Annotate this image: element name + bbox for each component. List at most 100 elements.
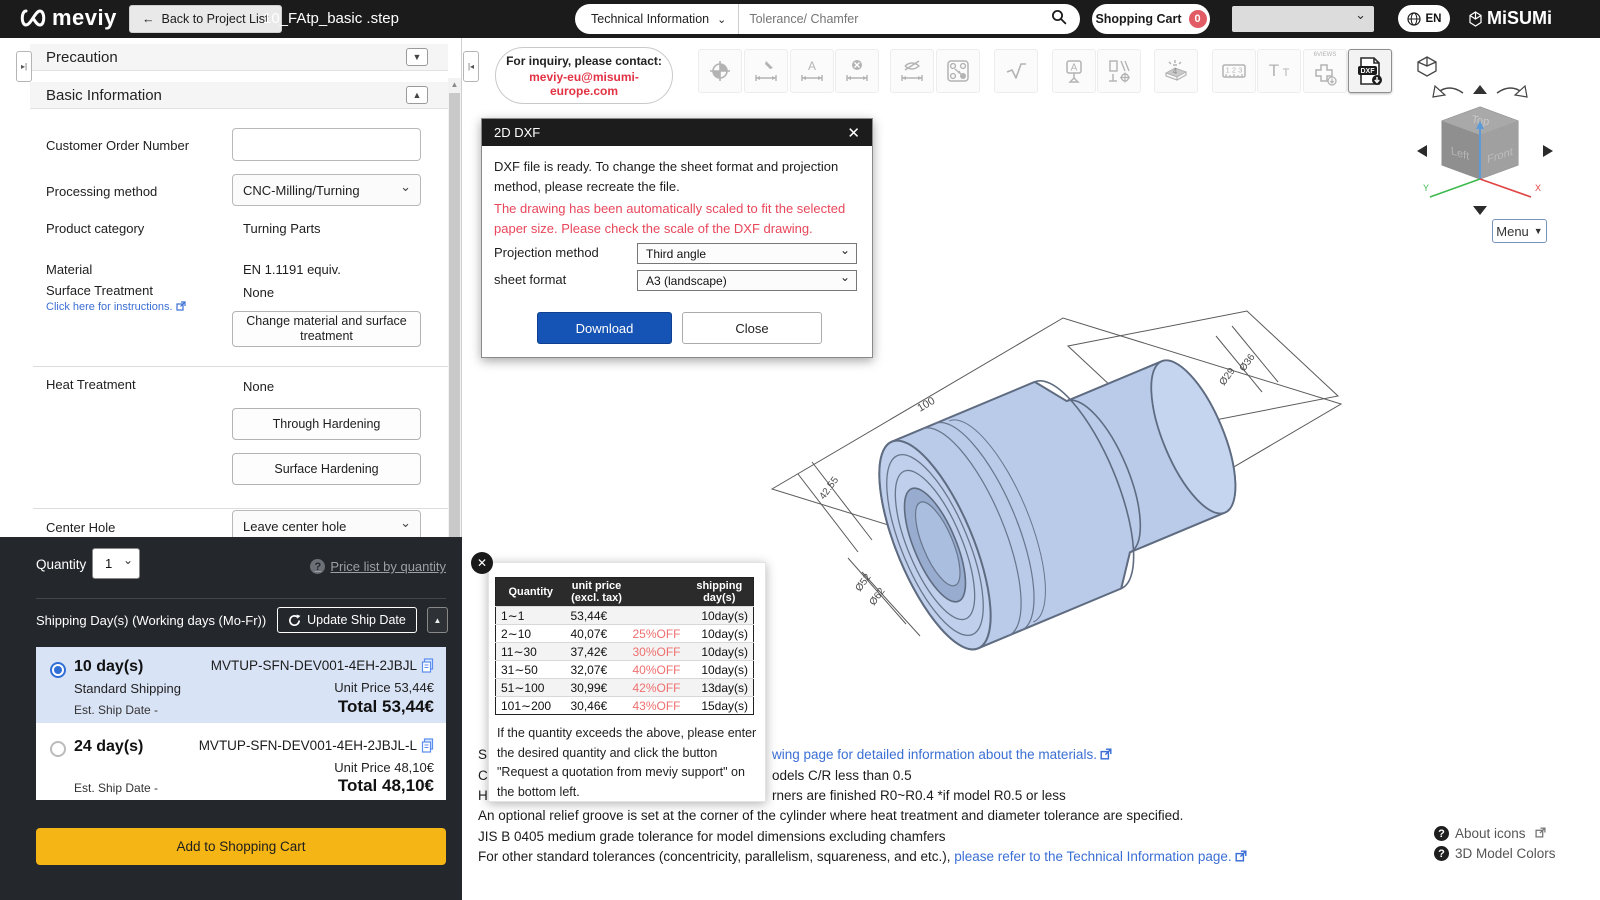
- shopping-cart-button[interactable]: Shopping Cart 0: [1092, 4, 1210, 34]
- surface-treatment-value: None: [243, 285, 274, 300]
- rotate-right-arrow[interactable]: [1497, 86, 1527, 97]
- dxf-download-icon-button[interactable]: DXF: [1348, 49, 1392, 93]
- search-input[interactable]: [739, 12, 1051, 26]
- price-table: Quantity unit price (excl. tax) shipping…: [495, 577, 754, 715]
- scrollbar-thumb[interactable]: [449, 93, 460, 555]
- measure-icon-button[interactable]: 1 2 3: [1212, 49, 1256, 93]
- copy-document-icon[interactable]: [421, 658, 434, 673]
- question-icon: ?: [1434, 826, 1449, 841]
- language-button[interactable]: EN: [1398, 5, 1450, 32]
- pan-right-arrow[interactable]: [1543, 145, 1553, 157]
- search-icon[interactable]: [1051, 9, 1080, 30]
- materials-info-link[interactable]: wing page for detailed information about…: [772, 747, 1112, 763]
- processing-method-select[interactable]: CNC-Milling/Turning: [232, 174, 421, 206]
- back-to-project-list-button[interactable]: ← Back to Project List: [129, 5, 282, 33]
- external-link-icon: [1535, 826, 1546, 841]
- back-arrow-icon: ←: [142, 12, 155, 26]
- technical-information-link[interactable]: please refer to the Technical Informatio…: [954, 849, 1231, 864]
- through-hardening-button[interactable]: Through Hardening: [232, 408, 421, 440]
- y-axis: [1430, 179, 1480, 197]
- table-row: 101∼20030,46€43%OFF15day(s): [496, 697, 754, 715]
- dim-dia-right-1: Ø36: [1238, 352, 1258, 374]
- precaution-expand-button[interactable]: ▼: [406, 48, 428, 66]
- dxf-dialog-titlebar: 2D DXF ✕: [482, 119, 872, 146]
- chevron-down-icon: ▼: [1534, 226, 1543, 236]
- x-axis: [1480, 179, 1531, 197]
- file-title: 10_FAtp_basic .step: [263, 10, 399, 27]
- meviy-logo[interactable]: meviy: [18, 5, 117, 31]
- hole-group-icon-button[interactable]: [936, 49, 980, 93]
- datum-target-icon-button[interactable]: [698, 49, 742, 93]
- cube-mode-icon[interactable]: [1418, 57, 1436, 76]
- copy-document-icon[interactable]: [421, 738, 434, 753]
- datum-flag-icon-button[interactable]: A: [1052, 49, 1096, 93]
- update-ship-date-button[interactable]: Update Ship Date: [277, 607, 417, 633]
- inquiry-bubble: For inquiry, please contact: meviy-eu@mi…: [495, 47, 673, 104]
- text-dimension-icon-button[interactable]: A: [790, 49, 834, 93]
- instructions-link[interactable]: Click here for instructions.: [46, 301, 186, 314]
- view-cube[interactable]: Top Left Front Y X: [1405, 55, 1565, 220]
- surface-finish-icon-button[interactable]: 4: [1154, 49, 1198, 93]
- note-line-2: odels C/R less than 0.5: [772, 768, 912, 783]
- section-basic-information[interactable]: Basic Information ▲: [30, 82, 448, 109]
- basic-info-collapse-button[interactable]: ▲: [406, 86, 428, 104]
- rotate-up-arrow[interactable]: [1473, 85, 1487, 94]
- top-bar: meviy ← Back to Project List 10_FAtp_bas…: [0, 0, 1600, 38]
- download-button[interactable]: Download: [537, 312, 672, 344]
- product-category-value: Turning Parts: [243, 221, 321, 236]
- about-icons-link[interactable]: ? About icons: [1434, 826, 1556, 841]
- contact-email-link[interactable]: meviy-eu@misumi-europe.com: [496, 70, 672, 98]
- rotate-left-arrow[interactable]: [1433, 86, 1463, 97]
- projection-method-select[interactable]: Third angle: [637, 243, 857, 264]
- hide-dimension-icon-button[interactable]: [890, 49, 934, 93]
- viewcube-menu-button[interactable]: Menu ▼: [1492, 219, 1547, 243]
- heat-treatment-value: None: [243, 379, 274, 394]
- dxf-dialog: 2D DXF ✕ DXF file is ready. To change th…: [481, 118, 873, 358]
- six-views-icon-button[interactable]: 6VIEWS: [1303, 49, 1347, 93]
- svg-text:1 2 3: 1 2 3: [1226, 66, 1243, 75]
- radio-selected[interactable]: [50, 662, 66, 678]
- search-scope-dropdown[interactable]: Technical Information ⌄: [575, 4, 739, 34]
- delete-dimension-icon-button[interactable]: [835, 49, 879, 93]
- customer-order-number-label: Customer Order Number: [46, 138, 189, 153]
- sheet-format-select[interactable]: A3 (landscape): [637, 270, 857, 291]
- radio-unselected[interactable]: [50, 741, 66, 757]
- surface-hardening-button[interactable]: Surface Hardening: [232, 453, 421, 485]
- model-colors-link[interactable]: ? 3D Model Colors: [1434, 846, 1556, 861]
- svg-text:Y: Y: [1423, 183, 1429, 193]
- empty-dropdown[interactable]: [1232, 6, 1374, 32]
- globe-icon: [1407, 12, 1421, 26]
- shipping-option-10-days[interactable]: 10 day(s) Standard Shipping Est. Ship Da…: [36, 647, 446, 723]
- change-material-button[interactable]: Change material and surface treatment: [232, 311, 421, 347]
- shipping-option-24-days[interactable]: 24 day(s) Est. Ship Date - MVTUP-SFN-DEV…: [36, 723, 446, 800]
- dialog-close-icon[interactable]: ✕: [847, 124, 860, 142]
- shipping-days-label: Shipping Day(s) (Working days (Mo-Fr)): [36, 613, 266, 628]
- chevron-down-icon: ⌄: [717, 13, 726, 26]
- price-list-link[interactable]: ?Price list by quantity: [310, 559, 446, 574]
- popup-close-icon[interactable]: ✕: [471, 552, 493, 574]
- pan-left-arrow[interactable]: [1417, 145, 1427, 157]
- scroll-up-arrow[interactable]: ▲: [448, 78, 461, 92]
- dim-overall: 100: [915, 395, 937, 415]
- sidebar-scrollbar[interactable]: ▲ ▼: [448, 78, 461, 570]
- sidebar-collapse-handle[interactable]: ▸|: [16, 51, 32, 82]
- popup-note: If the quantity exceeds the above, pleas…: [497, 724, 759, 802]
- svg-text:T: T: [1283, 67, 1290, 79]
- surface-treatment-label: Surface Treatment: [46, 283, 153, 298]
- quantity-select[interactable]: 1: [92, 548, 140, 579]
- main-collapse-handle[interactable]: |◂: [463, 51, 479, 82]
- customer-order-number-input[interactable]: [232, 128, 421, 161]
- panel-collapse-button[interactable]: ▲: [427, 607, 448, 633]
- section-precaution[interactable]: Precaution ▼: [30, 44, 448, 71]
- note-line-1-prefix: S: [478, 747, 487, 762]
- svg-text:X: X: [1535, 183, 1541, 193]
- text-icon-button[interactable]: TT: [1257, 49, 1301, 93]
- add-to-shopping-cart-button[interactable]: Add to Shopping Cart: [36, 828, 446, 865]
- note-line-2-prefix: C: [478, 768, 488, 783]
- surface-roughness-icon-button[interactable]: [994, 49, 1038, 93]
- edit-dimension-icon-button[interactable]: [744, 49, 788, 93]
- rotate-down-arrow[interactable]: [1473, 206, 1487, 215]
- external-link-icon: [176, 301, 186, 314]
- close-button[interactable]: Close: [682, 312, 822, 344]
- geometric-tolerance-icon-button[interactable]: [1097, 49, 1141, 93]
